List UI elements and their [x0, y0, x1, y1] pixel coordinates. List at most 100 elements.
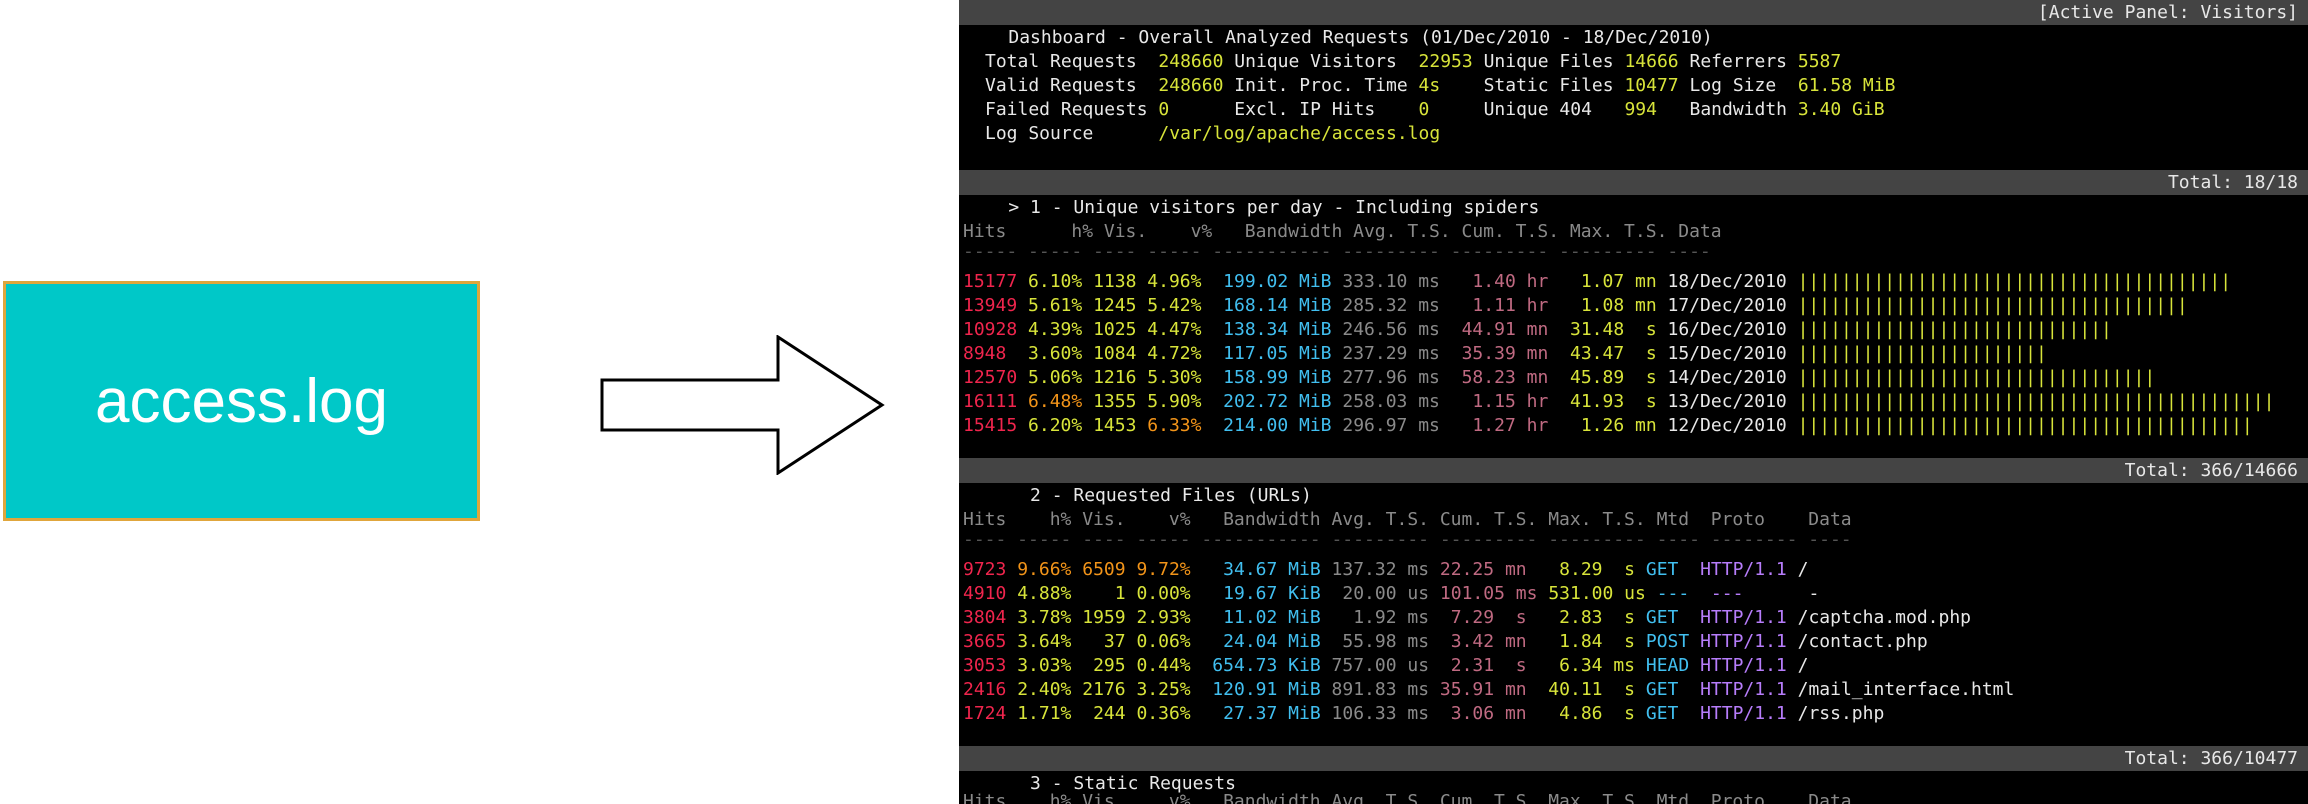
visitors-bar-graph: ||||||||||||||||||||||||||||||||||||||||… [1797, 391, 2275, 412]
panel-2-total: Total: 366/14666 [2124, 460, 2298, 481]
max-ts-cell: 31.48 s [1569, 319, 1657, 340]
table-row: 3053 3.03% 295 0.44% 654.73 KiB 757.00 u… [963, 654, 1808, 678]
table-row: 15177 6.10% 1138 4.96% 199.02 MiB 333.10… [963, 270, 2231, 294]
date-cell: 16/Dec/2010 [1667, 319, 1787, 340]
avg-ts-cell: 106.33 ms [1331, 703, 1430, 724]
visitors-percent-cell: 0.36% [1136, 703, 1191, 724]
visitors-cell: 1025 [1093, 319, 1137, 340]
max-ts-cell: 1.08 mn [1569, 295, 1657, 316]
hits-cell: 9723 [963, 559, 1007, 580]
visitors-cell: 37 [1082, 631, 1126, 652]
protocol-cell: HTTP/1.1 [1700, 703, 1787, 724]
access-log-box: access.log [3, 281, 480, 521]
visitors-cell: 1959 [1082, 607, 1126, 628]
visitors-bar-graph: |||||||||||||||||||||||||||||||||||||||| [1797, 271, 2232, 292]
method-cell: POST [1645, 631, 1690, 652]
avg-ts-cell: 333.10 ms [1342, 271, 1440, 292]
visitors-cell: 1355 [1093, 391, 1137, 412]
url-cell: / [1797, 655, 1809, 676]
method-cell: --- [1656, 583, 1701, 604]
max-ts-cell: 1.26 mn [1569, 415, 1657, 436]
hits-percent-cell: 2.40% [1017, 679, 1072, 700]
max-ts-cell: 2.83 s [1537, 607, 1636, 628]
protocol-cell: HTTP/1.1 [1700, 607, 1787, 628]
dashboard-title-bar: Dashboard - Overall Analyzed Requests (0… [959, 0, 2308, 48]
cum-ts-cell: 3.42 mn [1439, 631, 1527, 652]
max-ts-cell: 8.29 s [1537, 559, 1636, 580]
cum-ts-cell: 58.23 mn [1461, 367, 1549, 388]
date-cell: 18/Dec/2010 [1667, 271, 1787, 292]
hits-cell: 1724 [963, 703, 1007, 724]
visitors-cell: 1084 [1093, 343, 1137, 364]
table-row: 15415 6.20% 1453 6.33% 214.00 MiB 296.97… [963, 414, 2253, 438]
hits-percent-cell: 4.39% [1028, 319, 1083, 340]
table-row: 10928 4.39% 1025 4.47% 138.34 MiB 246.56… [963, 318, 2112, 342]
visitors-cell: 1 [1082, 583, 1126, 604]
panel-2-header[interactable]: 2 - Requested Files (URLs) Total: 366/14… [959, 458, 2308, 506]
cum-ts-cell: 35.91 mn [1439, 679, 1527, 700]
panel-3-column-header-partial: Hits h% Vis. v% Bandwidth Avg. T.S. Cum.… [963, 791, 1852, 804]
panel-1-title: > 1 - Unique visitors per day - Includin… [1008, 197, 1540, 218]
panel-3-total: Total: 366/10477 [2124, 748, 2298, 769]
visitors-cell: 1138 [1093, 271, 1137, 292]
table-row: 2416 2.40% 2176 3.25% 120.91 MiB 891.83 … [963, 678, 2014, 702]
url-cell: /contact.php [1797, 631, 1928, 652]
url-cell: - [1808, 583, 1820, 604]
visitors-percent-cell: 0.00% [1136, 583, 1191, 604]
panel-3-header[interactable]: 3 - Static Requests Total: 366/10477 [959, 746, 2308, 794]
cum-ts-cell: 1.27 hr [1461, 415, 1549, 436]
table-row: 16111 6.48% 1355 5.90% 202.72 MiB 258.03… [963, 390, 2274, 414]
table-row: 8948 3.60% 1084 4.72% 117.05 MiB 237.29 … [963, 342, 2047, 366]
protocol-cell: HTTP/1.1 [1700, 679, 1787, 700]
cum-ts-cell: 2.31 s [1439, 655, 1527, 676]
method-cell: GET [1645, 679, 1690, 700]
avg-ts-cell: 285.32 ms [1342, 295, 1440, 316]
date-cell: 12/Dec/2010 [1667, 415, 1787, 436]
max-ts-cell: 41.93 s [1569, 391, 1657, 412]
bandwidth-cell: 214.00 MiB [1223, 415, 1332, 436]
visitors-percent-cell: 4.96% [1147, 271, 1202, 292]
bandwidth-cell: 202.72 MiB [1223, 391, 1332, 412]
bandwidth-cell: 168.14 MiB [1223, 295, 1332, 316]
date-cell: 14/Dec/2010 [1667, 367, 1787, 388]
bandwidth-cell: 120.91 MiB [1201, 679, 1321, 700]
bandwidth-cell: 34.67 MiB [1201, 559, 1321, 580]
date-cell: 15/Dec/2010 [1667, 343, 1787, 364]
cum-ts-cell: 1.15 hr [1461, 391, 1549, 412]
avg-ts-cell: 296.97 ms [1342, 415, 1440, 436]
hits-cell: 15177 [963, 271, 1018, 292]
avg-ts-cell: 246.56 ms [1342, 319, 1440, 340]
hits-cell: 3053 [963, 655, 1007, 676]
general-stats-row-3: Failed Requests 0 Excl. IP Hits 0 Unique… [985, 99, 1885, 120]
method-cell: GET [1645, 703, 1690, 724]
cum-ts-cell: 101.05 ms [1439, 583, 1538, 604]
hits-cell: 16111 [963, 391, 1018, 412]
visitors-cell: 1245 [1093, 295, 1137, 316]
bandwidth-cell: 19.67 KiB [1201, 583, 1321, 604]
bandwidth-cell: 158.99 MiB [1223, 367, 1332, 388]
panel-1-header[interactable]: > 1 - Unique visitors per day - Includin… [959, 170, 2308, 218]
table-row: 3804 3.78% 1959 2.93% 11.02 MiB 1.92 ms … [963, 606, 1971, 630]
url-cell: / [1797, 559, 1809, 580]
visitors-cell: 244 [1082, 703, 1126, 724]
protocol-cell: HTTP/1.1 [1700, 559, 1787, 580]
visitors-percent-cell: 0.06% [1136, 631, 1191, 652]
visitors-percent-cell: 2.93% [1136, 607, 1191, 628]
bandwidth-cell: 24.04 MiB [1201, 631, 1321, 652]
table-row: 13949 5.61% 1245 5.42% 168.14 MiB 285.32… [963, 294, 2188, 318]
hits-cell: 13949 [963, 295, 1018, 316]
max-ts-cell: 531.00 us [1548, 583, 1646, 604]
right-arrow-icon [600, 335, 885, 475]
max-ts-cell: 45.89 s [1569, 367, 1657, 388]
visitors-bar-graph: ||||||||||||||||||||||| [1797, 343, 2047, 364]
hits-cell: 3804 [963, 607, 1007, 628]
max-ts-cell: 4.86 s [1537, 703, 1636, 724]
avg-ts-cell: 237.29 ms [1342, 343, 1440, 364]
hits-percent-cell: 5.61% [1028, 295, 1083, 316]
visitors-percent-cell: 5.30% [1147, 367, 1202, 388]
avg-ts-cell: 137.32 ms [1331, 559, 1430, 580]
hits-percent-cell: 5.06% [1028, 367, 1083, 388]
hits-percent-cell: 3.64% [1017, 631, 1072, 652]
hits-percent-cell: 6.10% [1028, 271, 1083, 292]
method-cell: GET [1645, 607, 1690, 628]
